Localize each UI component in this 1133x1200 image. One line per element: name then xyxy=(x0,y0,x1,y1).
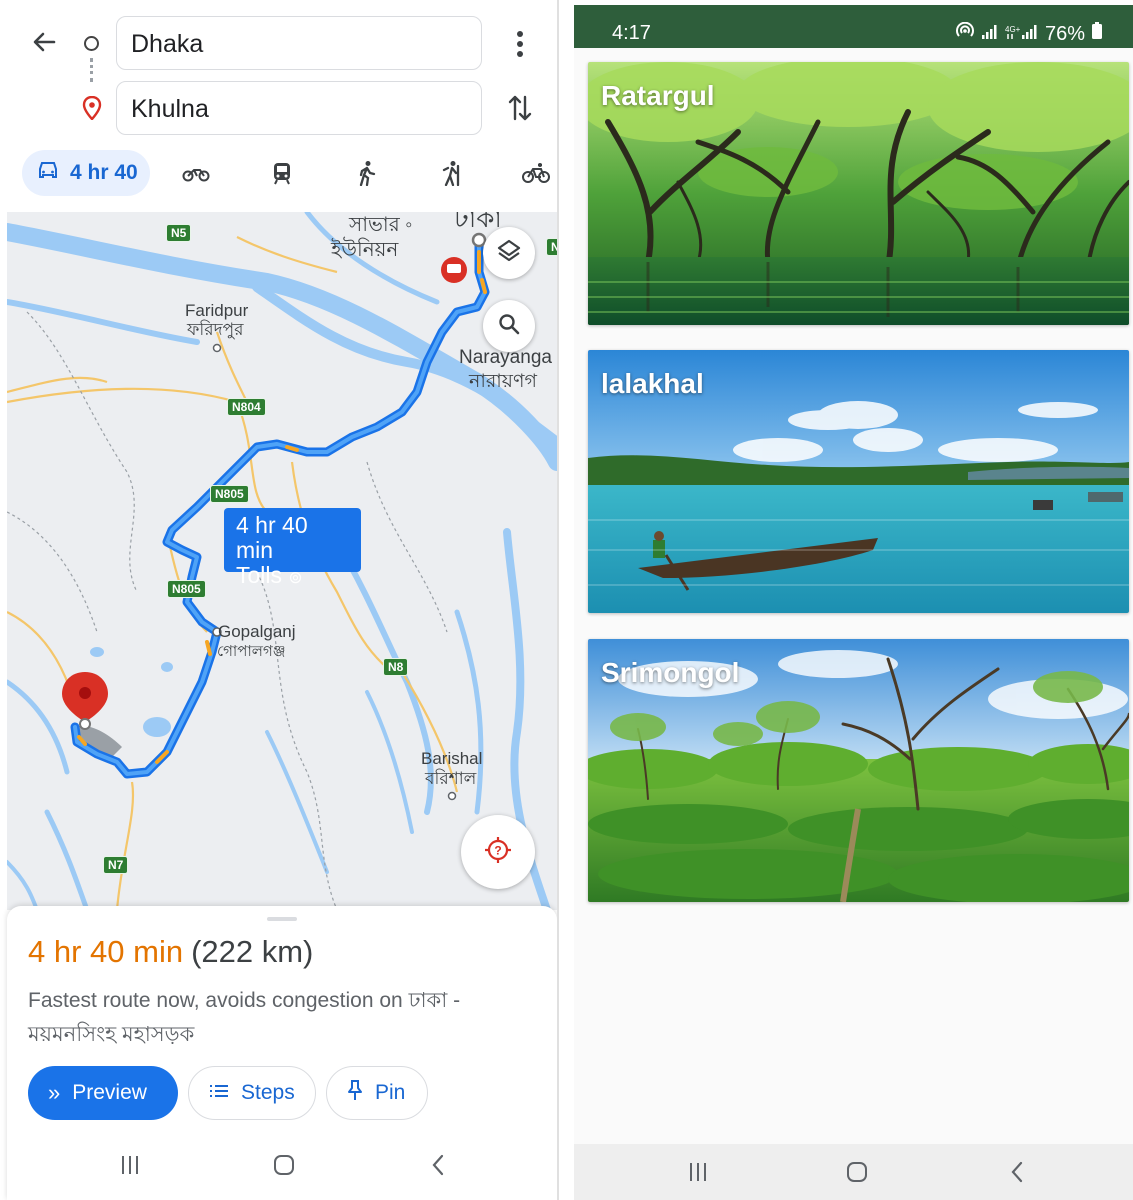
4g-signal-icon: 4G+ xyxy=(1005,23,1039,46)
pin-label: Pin xyxy=(375,1081,406,1104)
battery-percent: 76% xyxy=(1044,22,1085,45)
map-label-savar: সাভার ◦ xyxy=(349,214,413,236)
maps-screen: Dhaka Khulna 4 hr 40 সাভার ◦ ইউনিয়ন ঢাক… xyxy=(0,0,557,1200)
place-card-srimongol[interactable]: Srimongol xyxy=(588,639,1129,902)
place-title: Srimongol xyxy=(601,657,740,688)
route-eta: 4 hr 40 min (222 km) xyxy=(28,934,313,970)
home-icon[interactable] xyxy=(266,1150,302,1180)
destination-pin-icon xyxy=(82,95,102,121)
map-label-faridpur: Faridpur xyxy=(185,301,249,320)
directions-header: Dhaka Khulna 4 hr 40 xyxy=(0,0,557,212)
map-label-narayanganj-bn: নারায়ণগ xyxy=(469,371,537,392)
map-label-barishal: Barishal xyxy=(421,749,483,768)
swap-directions-icon[interactable] xyxy=(502,90,538,126)
ride-icon[interactable] xyxy=(438,160,466,186)
system-navigation-bar xyxy=(0,1134,557,1200)
layers-icon xyxy=(496,238,522,269)
back-icon[interactable] xyxy=(999,1157,1035,1187)
layers-button[interactable] xyxy=(483,227,535,279)
route-connector-dots xyxy=(90,58,93,82)
back-arrow-icon[interactable] xyxy=(26,24,62,60)
route-callout-tolls: Tolls ⊚ xyxy=(236,562,303,588)
recents-icon[interactable] xyxy=(112,1150,148,1180)
road-badge-n5: N5 xyxy=(166,224,192,242)
origin-marker xyxy=(471,232,487,248)
hotspot-icon xyxy=(955,21,975,46)
place-card-lalakhal[interactable]: lalakhal xyxy=(588,350,1129,613)
sheet-drag-handle[interactable] xyxy=(267,917,297,921)
road-badge-n805: N805 xyxy=(167,580,206,598)
road-badge-n7: N7 xyxy=(103,856,129,874)
destination-marker xyxy=(62,672,108,730)
map-label-gopalganj-bn: গোপালগঞ্জ xyxy=(217,643,286,660)
locate-me-button[interactable]: ? xyxy=(461,815,535,889)
route-description: Fastest route now, avoids congestion on … xyxy=(28,989,461,1046)
places-app-screen: 4:17 4G+ 76% Ratargul lalakhal Srimongol xyxy=(574,5,1133,1200)
double-chevron-icon: » xyxy=(48,1080,61,1105)
car-icon xyxy=(36,160,60,186)
pushpin-icon xyxy=(347,1079,363,1107)
walk-icon[interactable] xyxy=(353,160,381,186)
map-label-savar-union: ইউনিয়ন xyxy=(331,239,399,261)
place-title: Ratargul xyxy=(601,80,715,111)
status-icons: 4G+ 76% xyxy=(955,21,1103,46)
screenshot-divider xyxy=(557,0,559,1200)
travel-mode-bar: 4 hr 40 xyxy=(0,148,557,200)
place-card-ratargul[interactable]: Ratargul xyxy=(588,62,1129,325)
search-icon xyxy=(497,312,521,341)
status-bar: 4:17 4G+ 76% xyxy=(574,5,1133,48)
mode-driving-tab[interactable]: 4 hr 40 xyxy=(22,150,150,196)
destination-field[interactable]: Khulna xyxy=(116,81,482,135)
home-icon[interactable] xyxy=(839,1157,875,1187)
pin-button[interactable]: Pin xyxy=(326,1066,428,1120)
status-time: 4:17 xyxy=(612,22,651,44)
signal-icon xyxy=(981,23,999,46)
system-navigation-bar xyxy=(574,1144,1133,1200)
map-label-gopalganj: Gopalganj xyxy=(218,622,296,641)
steps-button[interactable]: Steps xyxy=(188,1066,316,1120)
driving-time-label: 4 hr 40 xyxy=(70,161,138,184)
road-badge-n804: N804 xyxy=(227,398,266,416)
route-line xyxy=(70,235,490,779)
road-badge-n8: N8 xyxy=(383,658,409,676)
transit-icon[interactable] xyxy=(268,160,296,186)
route-time-callout[interactable]: 4 hr 40 min Tolls ⊚ xyxy=(224,508,361,588)
route-map[interactable]: সাভার ◦ ইউনিয়ন ঢাকা Faridpur ফরিদপুর Na… xyxy=(7,212,557,910)
svg-text:?: ? xyxy=(494,843,501,857)
recents-icon[interactable] xyxy=(680,1157,716,1187)
bike-icon[interactable] xyxy=(522,160,550,186)
map-label-faridpur-bn: ফরিদপুর xyxy=(187,320,244,339)
toll-icon: ⊚ xyxy=(288,568,303,587)
origin-field[interactable]: Dhaka xyxy=(116,16,482,70)
place-title: lalakhal xyxy=(601,368,704,399)
location-unknown-icon: ? xyxy=(483,835,513,870)
map-label-barishal-bn: বরিশাল xyxy=(425,769,477,788)
map-label-dhaka: ঢাকা xyxy=(454,212,502,233)
road-badge-edge: N xyxy=(546,238,557,256)
search-along-route-button[interactable] xyxy=(483,300,535,352)
road-badge-n805: N805 xyxy=(210,485,249,503)
list-icon xyxy=(209,1081,229,1105)
origin-circle-icon xyxy=(84,36,99,51)
preview-button[interactable]: » Preview xyxy=(28,1066,178,1120)
battery-icon xyxy=(1091,22,1103,46)
steps-label: Steps xyxy=(241,1081,295,1104)
eta-duration: 4 hr 40 min xyxy=(28,934,184,969)
eta-distance: (222 km) xyxy=(191,934,314,969)
back-icon[interactable] xyxy=(420,1150,456,1180)
preview-label: Preview xyxy=(72,1081,147,1104)
route-callout-time: 4 hr 40 min xyxy=(236,512,308,563)
more-options-icon[interactable] xyxy=(502,26,538,62)
svg-text:4G+: 4G+ xyxy=(1005,25,1021,34)
motorcycle-icon[interactable] xyxy=(182,160,210,186)
